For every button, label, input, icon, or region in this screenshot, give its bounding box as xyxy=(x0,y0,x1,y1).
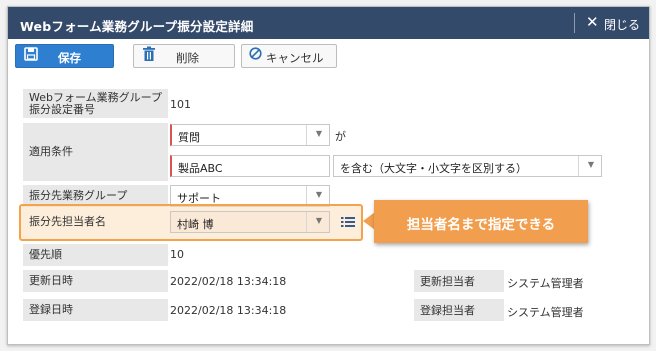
close-label: 閉じる xyxy=(604,18,641,32)
callout-text: 担当者名まで指定できる xyxy=(406,217,556,233)
condition-operator-select[interactable]: を含む（大文字・小文字を区別する） ▼ xyxy=(333,155,602,177)
updated-value: 2022/02/18 13:34:18 xyxy=(170,275,287,288)
list-icon[interactable] xyxy=(341,214,355,232)
delete-button[interactable]: 削除 xyxy=(133,44,235,68)
condition-value-text: 製品ABC xyxy=(178,162,223,175)
settings-dialog: Webフォーム業務グループ振分設定詳細 ✕ 閉じる 保存 削除 キャンセル We xyxy=(7,6,650,345)
target-person-value: 村崎 博 xyxy=(177,218,214,231)
select-divider xyxy=(306,212,307,232)
chevron-down-icon: ▼ xyxy=(315,129,322,138)
condition-field-value: 質問 xyxy=(178,131,200,144)
close-button[interactable]: ✕ 閉じる xyxy=(583,7,649,39)
condition-connector: が xyxy=(335,130,346,143)
condition-label: 適用条件 xyxy=(23,123,168,181)
close-icon: ✕ xyxy=(586,13,599,31)
cancel-icon xyxy=(249,47,262,64)
title-bar: Webフォーム業務グループ振分設定詳細 ✕ 閉じる xyxy=(8,7,649,39)
select-divider xyxy=(578,156,579,176)
save-button[interactable]: 保存 xyxy=(15,44,114,68)
chevron-down-icon: ▼ xyxy=(587,160,594,169)
created-by-label: 登録担当者 xyxy=(414,299,504,321)
condition-value-input[interactable]: 製品ABC xyxy=(170,155,330,177)
save-label: 保存 xyxy=(58,51,81,65)
trash-icon xyxy=(142,46,156,66)
delete-label: 削除 xyxy=(176,51,199,65)
save-icon xyxy=(24,47,38,65)
created-value: 2022/02/18 13:34:18 xyxy=(170,304,287,317)
created-by-value: システム管理者 xyxy=(507,306,584,319)
chevron-down-icon: ▼ xyxy=(315,190,322,199)
cancel-button[interactable]: キャンセル xyxy=(241,44,337,68)
title-divider xyxy=(574,13,575,33)
select-divider xyxy=(306,125,307,145)
group-number-label: Webフォーム業務グループ振分設定番号 xyxy=(23,89,168,118)
updated-by-value: システム管理者 xyxy=(507,277,584,290)
condition-operator-value: を含む（大文字・小文字を区別する） xyxy=(340,162,527,175)
group-number-value: 101 xyxy=(170,98,191,111)
cancel-label: キャンセル xyxy=(266,51,324,65)
chevron-down-icon: ▼ xyxy=(315,216,322,225)
updated-label: 更新日時 xyxy=(23,270,168,292)
priority-label: 優先順 xyxy=(23,244,168,266)
dialog-title: Webフォーム業務グループ振分設定詳細 xyxy=(20,19,254,34)
select-divider xyxy=(306,186,307,206)
target-person-label: 振分先担当者名 xyxy=(29,215,106,228)
target-person-select[interactable]: 村崎 博 ▼ xyxy=(170,211,330,233)
priority-value: 10 xyxy=(170,248,184,261)
updated-by-label: 更新担当者 xyxy=(414,270,504,292)
created-label: 登録日時 xyxy=(23,299,168,321)
callout: 担当者名まで指定できる xyxy=(374,200,588,243)
condition-field-select[interactable]: 質問 ▼ xyxy=(170,124,330,146)
